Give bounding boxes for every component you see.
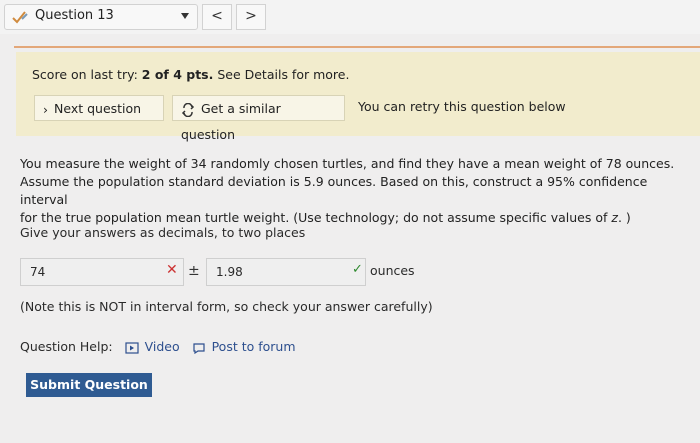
help-label: Question Help: [20, 339, 113, 354]
question-line-1: You measure the weight of 34 randomly ch… [20, 156, 675, 171]
question-select[interactable]: Question 13 [4, 4, 198, 30]
question-line-2: Assume the population standard deviation… [20, 174, 648, 207]
question-text: You measure the weight of 34 randomly ch… [20, 155, 690, 227]
answer-input-mean[interactable]: 74 [20, 258, 184, 286]
next-question-nav-button[interactable]: > [236, 4, 266, 30]
retry-message: You can retry this question below [358, 99, 566, 114]
question-line-3-text: for the true population mean turtle weig… [20, 210, 612, 225]
score-prefix: Score on last try: [32, 67, 142, 82]
chevron-right-icon: › [43, 101, 48, 117]
submit-question-button[interactable]: Submit Question [26, 373, 152, 397]
question-line-end: . ) [617, 210, 631, 225]
correct-check-icon: ✓ [352, 262, 363, 277]
video-label: Video [144, 339, 180, 354]
incorrect-x-icon: ✕ [166, 262, 178, 278]
divider-line [14, 46, 700, 48]
units-label: ounces [370, 263, 415, 278]
similar-question-label: Get a similar question [181, 101, 281, 142]
video-icon [124, 341, 139, 354]
dropdown-chevron-icon [181, 13, 189, 19]
forum-link[interactable]: Post to forum [192, 339, 296, 354]
note-text: (Note this is NOT in interval form, so c… [20, 299, 433, 314]
score-box: Score on last try: 2 of 4 pts. See Detai… [16, 52, 700, 142]
question-help: Question Help: Video Post to forum [20, 339, 296, 354]
previous-question-button[interactable]: < [202, 4, 232, 30]
plus-minus-symbol: ± [188, 263, 200, 279]
answer-input-margin[interactable]: 1.98 [206, 258, 366, 286]
next-question-label: Next question [54, 101, 142, 116]
forum-icon [192, 342, 205, 354]
score-suffix: See Details for more. [213, 67, 350, 82]
next-question-button[interactable]: › Next question [34, 95, 164, 121]
instructions: Give your answers as decimals, to two pl… [20, 225, 306, 240]
video-link[interactable]: Video [124, 339, 184, 354]
score-line: Score on last try: 2 of 4 pts. See Detai… [32, 67, 349, 82]
score-value: 2 of 4 pts. [141, 67, 214, 82]
refresh-icon [181, 102, 195, 117]
check-pencil-icon [12, 11, 28, 24]
similar-question-button[interactable]: Get a similar question [172, 95, 345, 142]
question-title: Question 13 [35, 8, 114, 23]
forum-label: Post to forum [211, 339, 296, 354]
top-bar: Question 13 < > [0, 0, 700, 34]
